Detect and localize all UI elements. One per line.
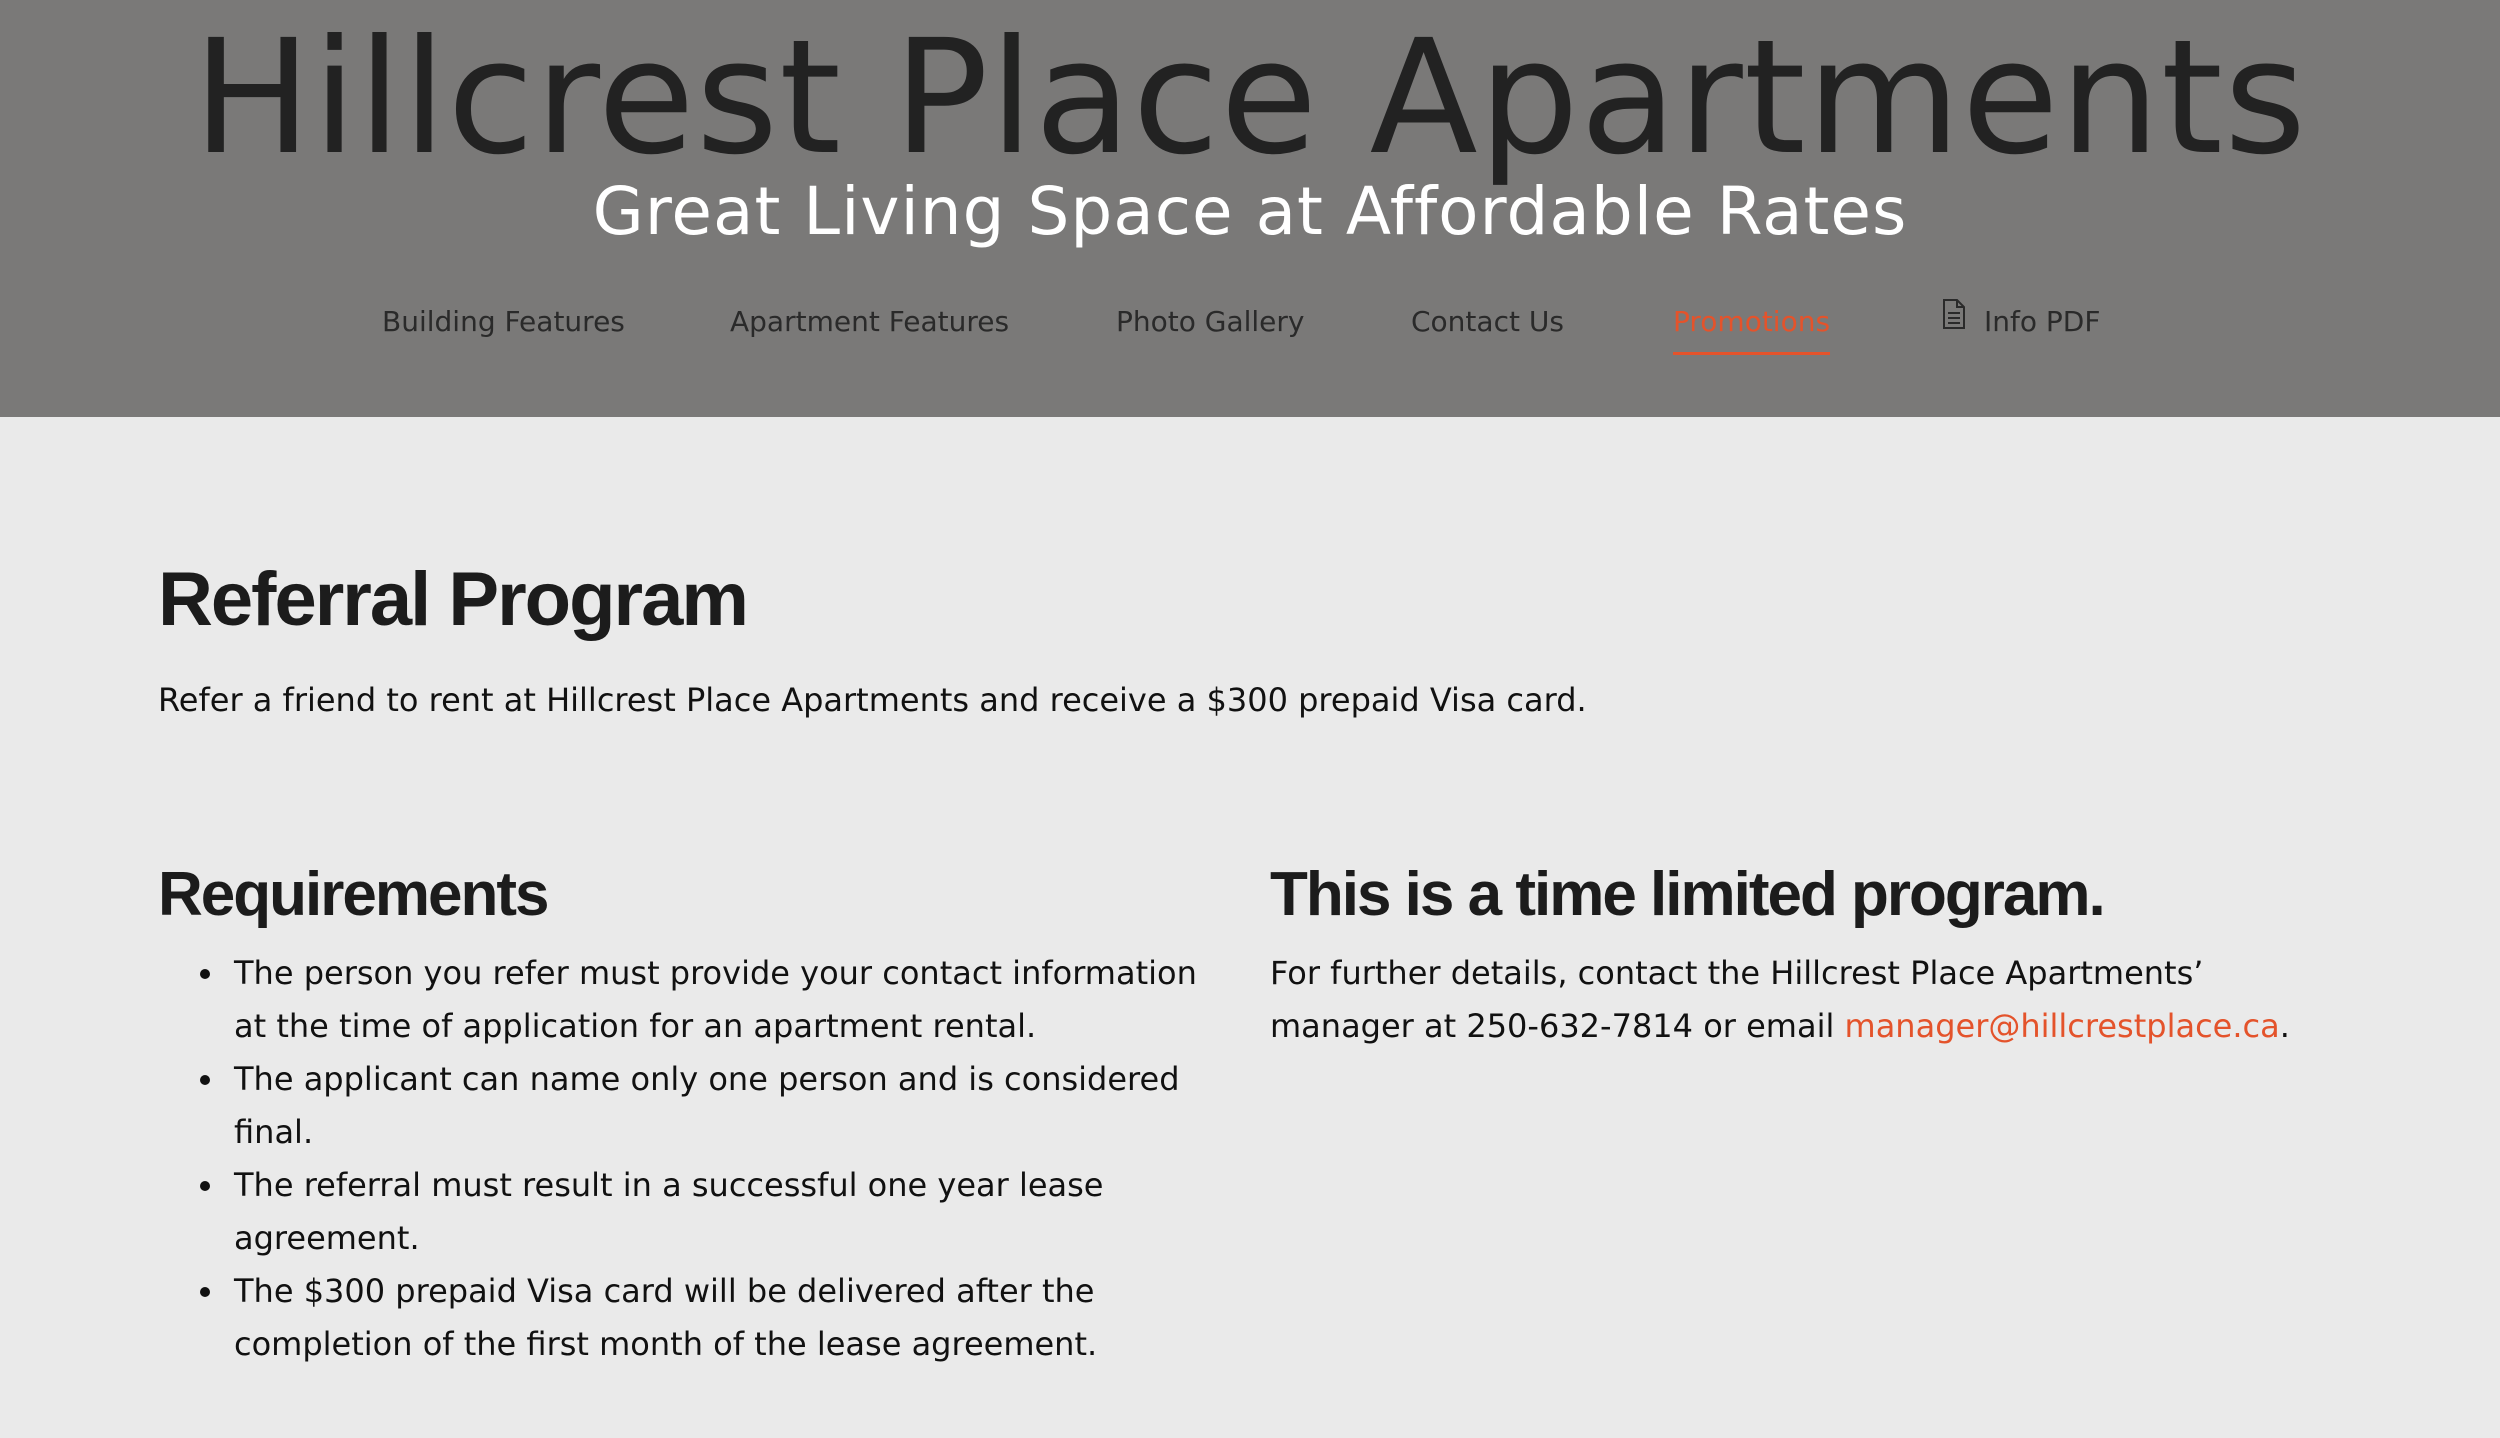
nav-building-features-label: Building Features <box>382 305 625 338</box>
nav-apartment-features-label: Apartment Features <box>730 305 1010 338</box>
requirements-heading: Requirements <box>158 860 549 929</box>
bullet-icon <box>200 1287 210 1297</box>
time-limited-section: This is a time limited program. For furt… <box>1270 857 2330 1053</box>
requirement-text: The person you refer must provide your c… <box>234 954 1197 1045</box>
main-nav: Building Features Apartment Features Pho… <box>0 298 2500 360</box>
contact-details-end: . <box>2279 1007 2290 1045</box>
nav-promotions[interactable]: Promotions <box>1673 300 1831 355</box>
page-title: Referral Program <box>158 557 749 642</box>
requirement-text: The referral must result in a successful… <box>234 1166 1104 1257</box>
document-icon <box>1942 298 1966 342</box>
requirements-list: The person you refer must provide your c… <box>158 947 1238 1371</box>
nav-active-underline <box>1673 352 1831 355</box>
bullet-icon <box>200 1181 210 1191</box>
nav-contact-us[interactable]: Contact Us <box>1411 300 1564 344</box>
nav-building-features[interactable]: Building Features <box>382 300 625 344</box>
manager-email-link[interactable]: manager@hillcrestplace.ca <box>1845 1007 2280 1045</box>
nav-contact-us-label: Contact Us <box>1411 305 1564 338</box>
nav-promotions-label: Promotions <box>1673 305 1831 338</box>
list-item: The person you refer must provide your c… <box>158 947 1238 1053</box>
nav-apartment-features[interactable]: Apartment Features <box>730 300 1009 344</box>
nav-info-pdf-label: Info PDF <box>1984 305 2101 338</box>
time-limited-heading: This is a time limited program. <box>1270 860 2106 929</box>
list-item: The $300 prepaid Visa card will be deliv… <box>158 1265 1238 1371</box>
nav-photo-gallery[interactable]: Photo Gallery <box>1116 300 1305 344</box>
requirement-text: The applicant can name only one person a… <box>234 1060 1180 1151</box>
bullet-icon <box>200 969 210 979</box>
site-tagline: Great Living Space at Affordable Rates <box>592 173 1908 250</box>
requirements-section: Requirements The person you refer must p… <box>158 857 1238 1371</box>
site-header: Hillcrest Place Apartments Great Living … <box>0 0 2500 417</box>
requirement-text: The $300 prepaid Visa card will be deliv… <box>234 1272 1098 1363</box>
site-title[interactable]: Hillcrest Place Apartments <box>0 8 2500 188</box>
nav-photo-gallery-label: Photo Gallery <box>1116 305 1305 338</box>
nav-info-pdf[interactable]: Info PDF <box>1942 298 2101 344</box>
intro-text: Refer a friend to rent at Hillcrest Plac… <box>158 681 1587 719</box>
bullet-icon <box>200 1075 210 1085</box>
list-item: The applicant can name only one person a… <box>158 1053 1238 1159</box>
list-item: The referral must result in a successful… <box>158 1159 1238 1265</box>
contact-details: For further details, contact the Hillcre… <box>1270 947 2330 1053</box>
